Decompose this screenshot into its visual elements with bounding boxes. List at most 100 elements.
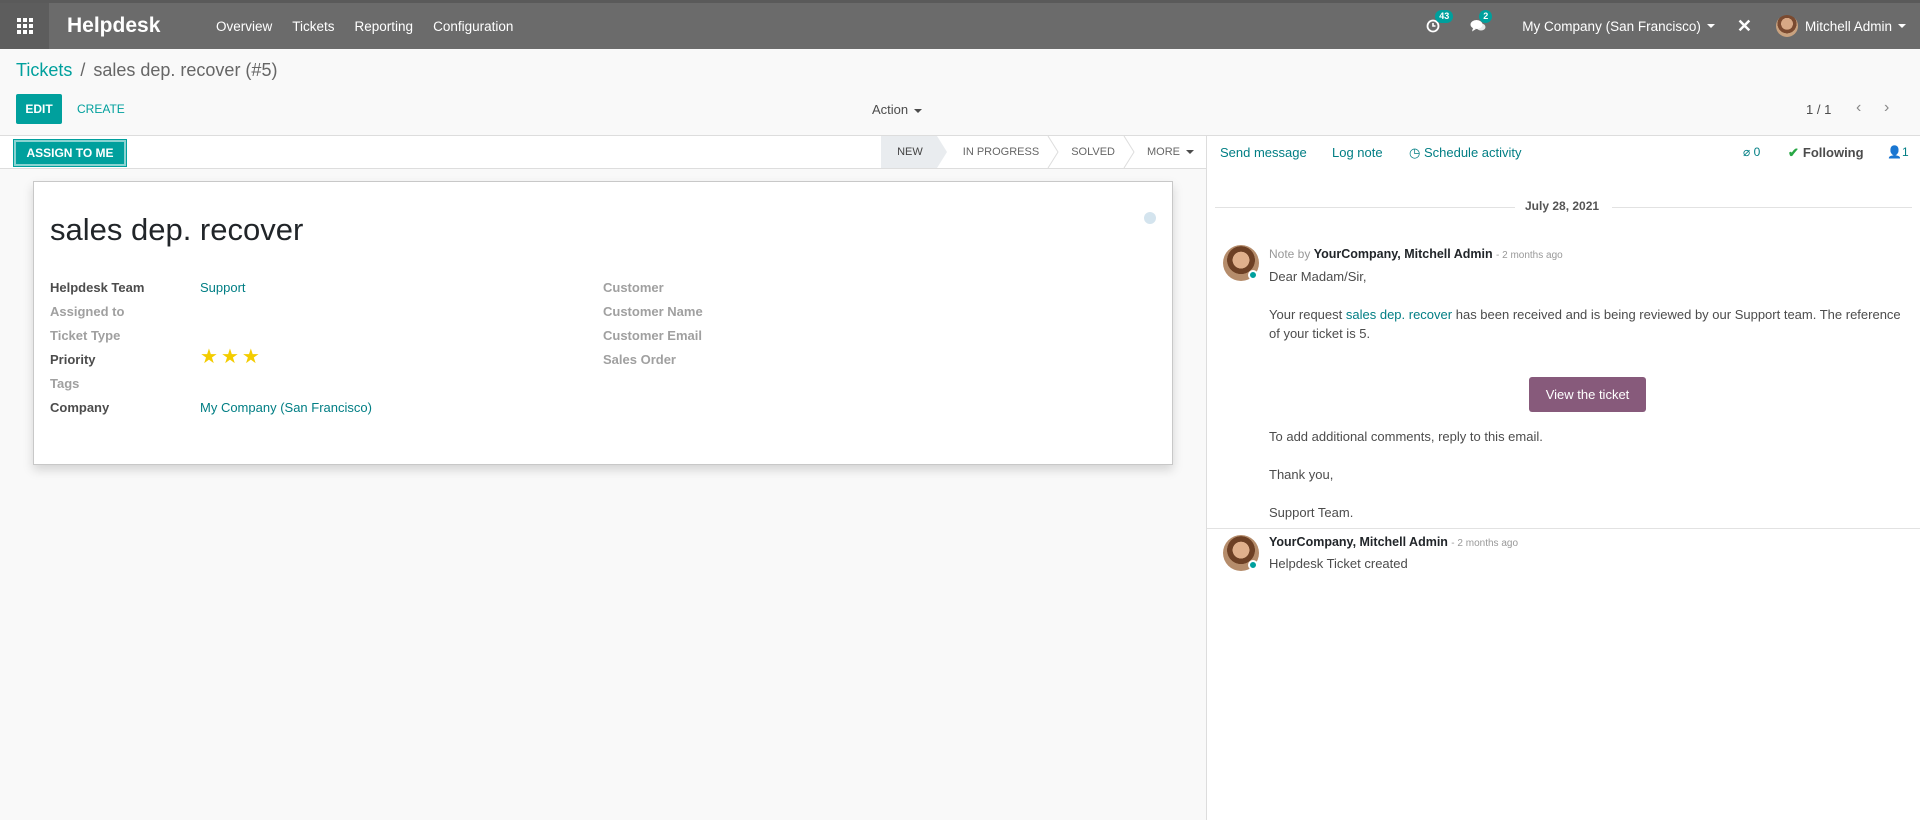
edit-button[interactable]: EDIT (16, 94, 62, 124)
attachments-button[interactable]: ⌀ 0 (1743, 145, 1760, 159)
stage-in-progress[interactable]: IN PROGRESS (937, 136, 1059, 168)
date-label: July 28, 2021 (1525, 199, 1600, 213)
company-switcher[interactable]: My Company (San Francisco) (1522, 19, 1715, 34)
message-greeting: Dear Madam/Sir, (1269, 269, 1367, 284)
message-author[interactable]: YourCompany, Mitchell Admin (1314, 247, 1493, 261)
message-thanks: Thank you, (1269, 467, 1334, 482)
value-helpdesk-team[interactable]: Support (200, 280, 246, 295)
schedule-activity-label: Schedule activity (1423, 145, 1522, 160)
following-button[interactable]: ✔ Following (1788, 145, 1864, 161)
company-name: My Company (San Francisco) (1522, 18, 1701, 34)
message-body: Helpdesk Ticket created (1269, 556, 1408, 571)
date-separator: July 28, 2021 (1207, 199, 1920, 215)
systray: 43 2 My Company (San Francisco) ✕ Mitche… (1426, 3, 1920, 49)
label-customer-name: Customer Name (603, 304, 703, 319)
attachments-count: 0 (1753, 145, 1761, 159)
message-additional: To add additional comments, reply to thi… (1269, 429, 1543, 444)
stage-solved[interactable]: SOLVED (1053, 136, 1135, 168)
label-tags: Tags (50, 376, 80, 391)
apps-menu-icon[interactable] (0, 3, 49, 49)
breadcrumb: Tickets / sales dep. recover (#5) (16, 60, 277, 81)
paperclip-icon: ⌀ (1743, 145, 1754, 159)
user-name: Mitchell Admin (1804, 18, 1892, 34)
menu-overview[interactable]: Overview (216, 19, 272, 34)
body-post: has been received and is being reviewed … (1455, 307, 1901, 322)
main-menu: Overview Tickets Reporting Configuration (216, 19, 513, 34)
followers-count: 1 (1901, 145, 1909, 159)
chevron-down-icon (1706, 24, 1715, 28)
stage-label: MORE (1147, 146, 1180, 158)
message-body: Your request sales dep. recover has been… (1269, 305, 1909, 343)
stage-pipeline: NEW IN PROGRESS SOLVED MORE (881, 136, 1206, 168)
activity-menu[interactable]: 43 (1426, 10, 1454, 33)
label-customer: Customer (603, 280, 664, 295)
label-helpdesk-team: Helpdesk Team (50, 280, 145, 295)
user-menu[interactable]: Mitchell Admin (1775, 15, 1906, 37)
message-header: Note by YourCompany, Mitchell Admin - 2 … (1269, 247, 1563, 261)
form-statusbar: ASSIGN TO ME NEW IN PROGRESS SOLVED MORE (0, 135, 1206, 169)
schedule-activity-button[interactable]: ◷ Schedule activity (1409, 145, 1522, 161)
value-company[interactable]: My Company (San Francisco) (200, 400, 372, 415)
label-sales-order: Sales Order (603, 352, 676, 367)
send-message-button[interactable]: Send message (1220, 145, 1307, 160)
message-divider (1207, 528, 1920, 529)
label-assigned-to: Assigned to (50, 304, 125, 319)
chevron-down-icon (1898, 24, 1906, 28)
stage-more-dropdown[interactable]: MORE (1129, 136, 1206, 168)
message-author[interactable]: YourCompany, Mitchell Admin (1269, 535, 1448, 549)
breadcrumb-tickets[interactable]: Tickets (16, 60, 72, 80)
action-dropdown[interactable]: Action (872, 102, 923, 117)
create-button[interactable]: CREATE (77, 102, 125, 116)
top-navbar: Helpdesk Overview Tickets Reporting Conf… (0, 0, 1920, 49)
clock-icon: ◷ (1409, 145, 1424, 160)
pager-value[interactable]: 1 / 1 (1806, 102, 1831, 117)
star-icon[interactable]: ★ (221, 347, 239, 367)
menu-tickets[interactable]: Tickets (292, 19, 334, 34)
label-customer-email: Customer Email (603, 328, 702, 343)
avatar (1775, 15, 1798, 37)
body-pre: Your request (1269, 307, 1343, 322)
followers-button[interactable]: 👤1 (1887, 145, 1909, 159)
stage-label: SOLVED (1071, 146, 1115, 158)
priority-stars[interactable]: ★ ★ ★ (200, 347, 260, 367)
online-status-icon (1248, 560, 1258, 570)
user-icon: 👤 (1887, 145, 1902, 159)
body-line2: of your ticket is 5. (1269, 326, 1371, 341)
menu-reporting[interactable]: Reporting (355, 19, 414, 34)
ticket-title[interactable]: sales dep. recover (50, 212, 303, 248)
ticket-link[interactable]: sales dep. recover (1346, 307, 1452, 322)
menu-configuration[interactable]: Configuration (433, 19, 513, 34)
pager-previous-icon[interactable]: ‹ (1856, 99, 1861, 117)
close-icon[interactable]: ✕ (1737, 16, 1752, 37)
app-brand[interactable]: Helpdesk (67, 14, 160, 38)
following-label: Following (1802, 145, 1864, 160)
message-timestamp: - 2 months ago (1496, 250, 1563, 261)
message-header: YourCompany, Mitchell Admin - 2 months a… (1269, 535, 1518, 549)
chatter-panel: Send message Log note ◷ Schedule activit… (1206, 135, 1920, 820)
breadcrumb-current: sales dep. recover (#5) (93, 60, 278, 80)
label-company: Company (50, 400, 110, 415)
star-icon[interactable]: ★ (200, 347, 218, 367)
chevron-down-icon (1186, 150, 1194, 154)
message-signature: Support Team. (1269, 505, 1354, 520)
pager-next-icon[interactable]: › (1884, 99, 1889, 117)
note-prefix: Note by (1269, 247, 1311, 261)
online-status-icon (1248, 270, 1258, 280)
form-sheet: sales dep. recover Helpdesk Team Support… (33, 181, 1173, 465)
kanban-state-indicator[interactable] (1144, 212, 1156, 224)
breadcrumb-separator: / (80, 60, 86, 80)
view-ticket-button[interactable]: View the ticket (1529, 377, 1646, 412)
message-count-badge: 2 (1479, 10, 1493, 23)
messaging-menu[interactable]: 2 (1470, 10, 1493, 33)
chevron-down-icon (914, 108, 923, 113)
message-timestamp: - 2 months ago (1451, 538, 1519, 549)
chatter-topbar: Send message Log note ◷ Schedule activit… (1207, 135, 1920, 169)
label-ticket-type: Ticket Type (50, 328, 121, 343)
activity-count-badge: 43 (1435, 10, 1454, 23)
stage-new[interactable]: NEW (881, 136, 947, 168)
stage-label: NEW (897, 146, 923, 158)
assign-to-me-button[interactable]: ASSIGN TO ME (13, 139, 127, 167)
action-label: Action (872, 102, 909, 117)
log-note-button[interactable]: Log note (1332, 145, 1383, 160)
star-icon[interactable]: ★ (242, 347, 260, 367)
